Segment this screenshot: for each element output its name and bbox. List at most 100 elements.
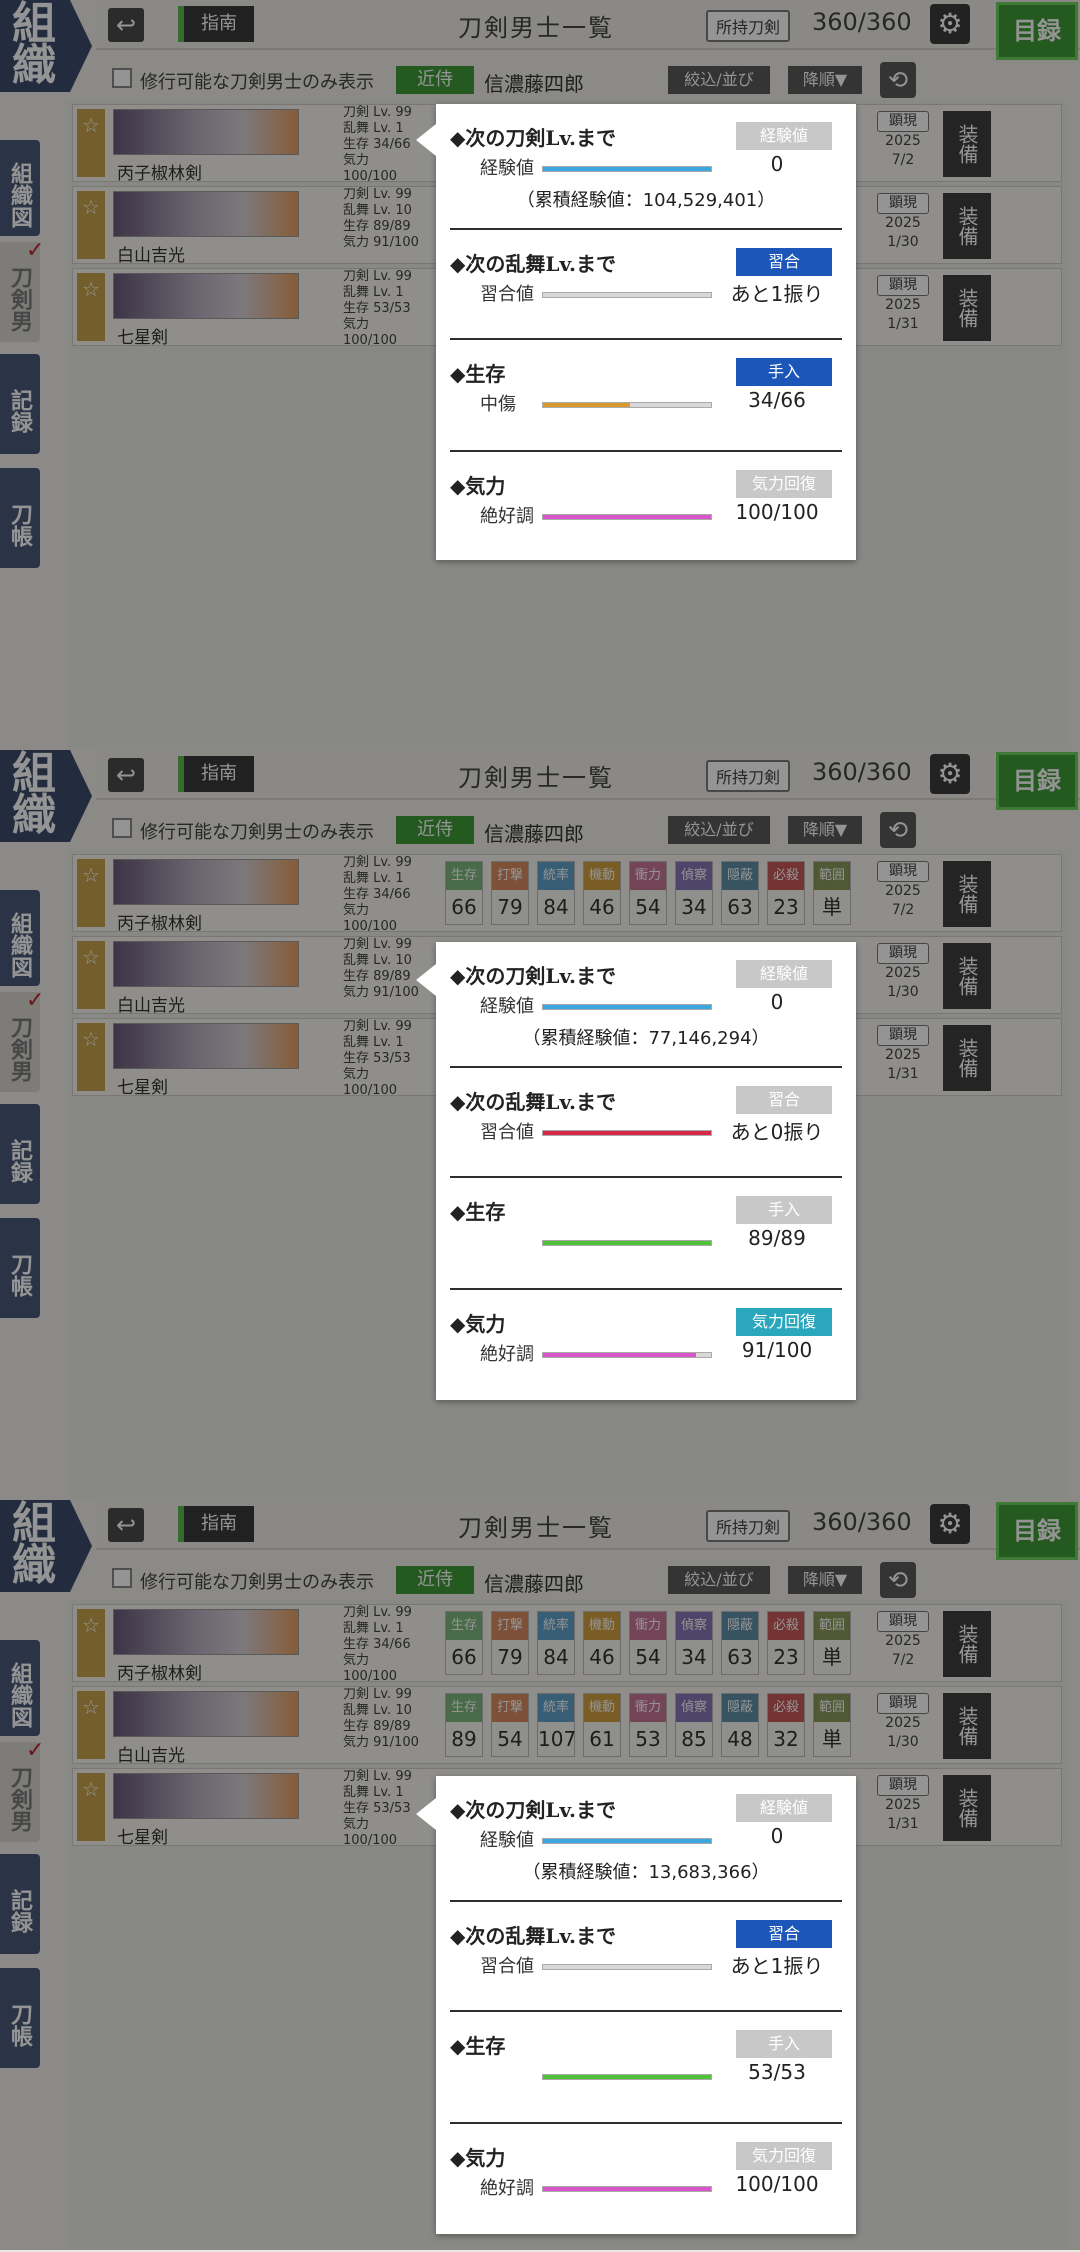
equip-button[interactable]: 装備: [943, 1611, 991, 1677]
param-value: 23: [773, 1645, 799, 1669]
param-header: 偵察: [676, 862, 712, 890]
favorite-lock-icon[interactable]: ☆: [77, 859, 105, 927]
sword-name: 丙子椒林剣: [117, 164, 202, 184]
attendant-tag: 近侍: [396, 66, 474, 94]
sword-row[interactable]: ☆ 丙子椒林剣 刀剣 Lv. 99 乱舞 Lv. 1 生存 34/66 気力 100/10…: [72, 854, 1062, 934]
sword-stat-line: 生存 89/89: [343, 219, 411, 234]
sword-portrait[interactable]: [113, 859, 299, 905]
refresh-icon[interactable]: ⟲: [880, 812, 916, 848]
sword-portrait[interactable]: [113, 191, 299, 237]
favorite-lock-icon[interactable]: ☆: [77, 941, 105, 1009]
favorite-lock-icon[interactable]: ☆: [77, 1023, 105, 1091]
equip-button[interactable]: 装備: [943, 861, 991, 927]
gear-icon[interactable]: ⚙: [930, 4, 970, 44]
filter-sort-button[interactable]: 絞込/並び: [668, 66, 770, 94]
back-button[interactable]: ↩: [108, 1508, 144, 1542]
sword-portrait[interactable]: [113, 941, 299, 987]
param-value: 63: [727, 1645, 753, 1669]
param-value: 79: [497, 895, 523, 919]
param-cell: 機動 46: [583, 861, 621, 925]
sword-stat-line: 生存 34/66: [343, 1637, 411, 1652]
favorite-lock-icon[interactable]: ☆: [77, 1773, 105, 1841]
exp-button[interactable]: 経験値: [736, 122, 832, 150]
sword-portrait[interactable]: [113, 1609, 299, 1655]
back-button[interactable]: ↩: [108, 758, 144, 792]
sword-stat-line: 乱舞 Lv. 1: [343, 1035, 404, 1050]
guide-button[interactable]: 指南: [178, 6, 254, 42]
sword-row[interactable]: ☆ 白山吉光 刀剣 Lv. 99 乱舞 Lv. 10 生存 89/89 気力 91/100…: [72, 1686, 1062, 1766]
exp-section: ◆次の刀剣Lv.まで 経験値 経験値 0 （累積経験値：13,683,366）: [450, 1776, 842, 1902]
ranbu-bar: [542, 1964, 712, 1970]
sword-portrait[interactable]: [113, 109, 299, 155]
fatigue-bar-fill: [543, 2187, 711, 2191]
favorite-lock-icon[interactable]: ☆: [77, 109, 105, 177]
manifest-tag: 顕現: [877, 943, 929, 964]
side-nav-item[interactable]: 組織図: [0, 140, 40, 236]
side-nav-item[interactable]: 刀帳: [0, 468, 40, 568]
filter-sort-button[interactable]: 絞込/並び: [668, 1566, 770, 1594]
refresh-icon[interactable]: ⟲: [880, 1562, 916, 1598]
sword-portrait[interactable]: [113, 1773, 299, 1819]
back-button[interactable]: ↩: [108, 8, 144, 42]
ranbu-value: あと1振り: [730, 1954, 824, 1978]
favorite-lock-icon[interactable]: ☆: [77, 191, 105, 259]
trainable-only-checkbox[interactable]: [112, 68, 132, 88]
equip-button[interactable]: 装備: [943, 943, 991, 1009]
side-nav-item[interactable]: 記録: [0, 1104, 40, 1204]
fatigue-button[interactable]: 気力回復: [736, 1308, 832, 1336]
sword-portrait[interactable]: [113, 273, 299, 319]
guide-button[interactable]: 指南: [178, 1506, 254, 1542]
hp-button[interactable]: 手入: [736, 1196, 832, 1224]
hp-title: ◆生存: [450, 1200, 506, 1224]
catalog-button[interactable]: 目録: [996, 752, 1078, 810]
sort-order-button[interactable]: 降順▼: [788, 1566, 862, 1594]
refresh-icon[interactable]: ⟲: [880, 62, 916, 98]
hp-button[interactable]: 手入: [736, 358, 832, 386]
sort-order-button[interactable]: 降順▼: [788, 816, 862, 844]
ranbu-button[interactable]: 習合: [736, 1086, 832, 1114]
favorite-lock-icon[interactable]: ☆: [77, 1609, 105, 1677]
catalog-button[interactable]: 目録: [996, 2, 1078, 60]
sword-stat-line: 刀剣 Lv. 99: [343, 1605, 412, 1620]
sword-name: 白山吉光: [117, 1746, 185, 1766]
side-nav-item[interactable]: 刀帳: [0, 1218, 40, 1318]
exp-button[interactable]: 経験値: [736, 960, 832, 988]
equip-button[interactable]: 装備: [943, 275, 991, 341]
equip-button[interactable]: 装備: [943, 111, 991, 177]
hp-bar-fill: [543, 2075, 711, 2079]
trainable-only-checkbox[interactable]: [112, 818, 132, 838]
filter-sort-button[interactable]: 絞込/並び: [668, 816, 770, 844]
side-nav-item[interactable]: 刀帳: [0, 1968, 40, 2068]
ranbu-button[interactable]: 習合: [736, 1920, 832, 1948]
trainable-only-checkbox[interactable]: [112, 1568, 132, 1588]
fatigue-button[interactable]: 気力回復: [736, 2142, 832, 2170]
sword-portrait[interactable]: [113, 1691, 299, 1737]
hp-button[interactable]: 手入: [736, 2030, 832, 2058]
favorite-lock-icon[interactable]: ☆: [77, 1691, 105, 1759]
owned-swords-count: 360/360: [812, 1508, 912, 1536]
side-nav-item[interactable]: 組織図: [0, 890, 40, 986]
catalog-button[interactable]: 目録: [996, 1502, 1078, 1560]
side-nav-item[interactable]: 記録: [0, 354, 40, 454]
equip-button[interactable]: 装備: [943, 1693, 991, 1759]
side-nav-item[interactable]: 組織図: [0, 1640, 40, 1736]
section-badge: 組織: [0, 1500, 92, 1592]
sword-stats: 刀剣 Lv. 99 乱舞 Lv. 10 生存 89/89 気力 91/100: [343, 187, 423, 251]
guide-button[interactable]: 指南: [178, 756, 254, 792]
sort-order-button[interactable]: 降順▼: [788, 66, 862, 94]
equip-button[interactable]: 装備: [943, 1775, 991, 1841]
favorite-lock-icon[interactable]: ☆: [77, 273, 105, 341]
popup-pointer: [416, 1798, 436, 1830]
equip-button[interactable]: 装備: [943, 1025, 991, 1091]
sword-stat-line: 生存 53/53: [343, 301, 411, 316]
param-value: 単: [822, 1645, 842, 1669]
sword-row[interactable]: ☆ 丙子椒林剣 刀剣 Lv. 99 乱舞 Lv. 1 生存 34/66 気力 100/10…: [72, 1604, 1062, 1684]
fatigue-button[interactable]: 気力回復: [736, 470, 832, 498]
ranbu-button[interactable]: 習合: [736, 248, 832, 276]
exp-button[interactable]: 経験値: [736, 1794, 832, 1822]
equip-button[interactable]: 装備: [943, 193, 991, 259]
gear-icon[interactable]: ⚙: [930, 754, 970, 794]
side-nav-item[interactable]: 記録: [0, 1854, 40, 1954]
gear-icon[interactable]: ⚙: [930, 1504, 970, 1544]
sword-portrait[interactable]: [113, 1023, 299, 1069]
